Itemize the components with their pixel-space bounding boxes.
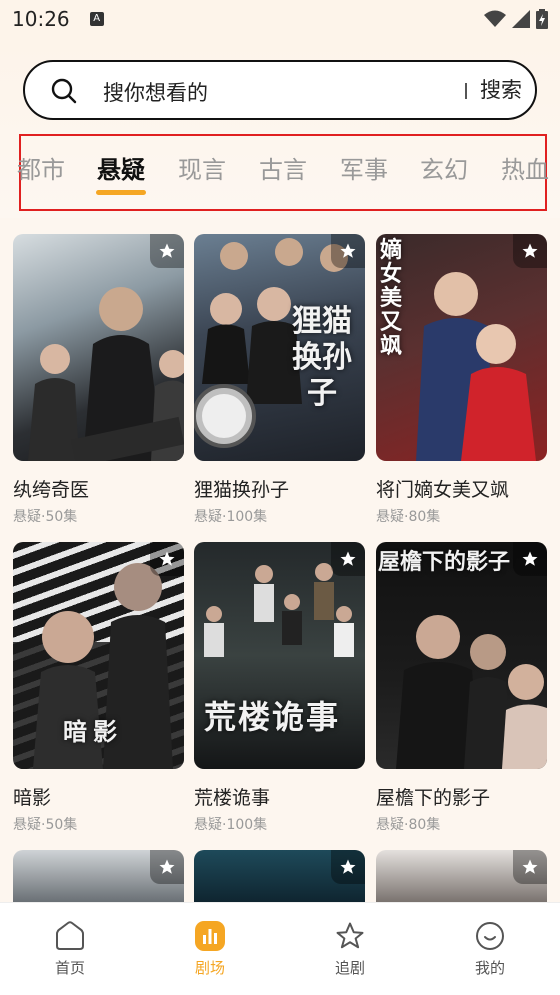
drama-meta: 悬疑·50集: [13, 817, 78, 833]
drama-meta: 悬疑·100集: [194, 509, 268, 525]
favorite-star-icon[interactable]: [513, 850, 547, 884]
bottom-nav: 首页 剧场 追剧 我的: [0, 902, 560, 995]
tab-xuanhuan[interactable]: 玄幻: [420, 150, 468, 185]
drama-poster[interactable]: [13, 850, 184, 902]
favorite-star-icon[interactable]: [331, 850, 365, 884]
drama-card[interactable]: [376, 850, 547, 902]
drama-title[interactable]: 狸猫换孙子: [194, 475, 365, 502]
nav-label: 首页: [54, 959, 85, 977]
nav-label: 追剧: [334, 959, 365, 977]
tab-junshi[interactable]: 军事: [340, 150, 388, 185]
status-time: 10:26: [12, 7, 70, 31]
favorite-star-icon[interactable]: [513, 542, 547, 576]
drama-card[interactable]: [13, 850, 184, 902]
favorite-star-icon[interactable]: [150, 850, 184, 884]
nav-profile[interactable]: 我的: [420, 903, 560, 995]
nav-home[interactable]: 首页: [0, 903, 140, 995]
poster-art: [28, 287, 184, 461]
profile-icon: [476, 922, 504, 950]
tab-xianyan[interactable]: 现言: [178, 150, 226, 185]
drama-poster[interactable]: 狸猫换孙子: [194, 234, 365, 461]
nav-follow[interactable]: 追剧: [280, 903, 420, 995]
nav-label: 我的: [474, 959, 505, 977]
drama-poster[interactable]: 暗影: [13, 542, 184, 769]
drama-title[interactable]: 屋檐下的影子: [376, 783, 547, 810]
drama-poster[interactable]: [376, 850, 547, 902]
drama-card[interactable]: 荒楼诡事 荒楼诡事 悬疑·100集: [194, 542, 365, 834]
drama-card[interactable]: 嫡女美又飒 将门嫡女美又飒 悬疑·80集: [376, 234, 547, 526]
drama-poster[interactable]: 荒楼诡事: [194, 542, 365, 769]
drama-card[interactable]: 暗影 暗影 悬疑·50集: [13, 542, 184, 834]
drama-poster[interactable]: 嫡女美又飒: [376, 234, 547, 461]
wifi-icon: [484, 10, 506, 27]
notification-icon: A: [89, 12, 104, 26]
favorite-star-icon[interactable]: [331, 542, 365, 576]
drama-title[interactable]: 将门嫡女美又飒: [376, 475, 547, 502]
drama-title[interactable]: 纨绔奇医: [13, 475, 184, 502]
tab-guyan[interactable]: 古言: [259, 150, 307, 185]
poster-title-text: 狸猫换孙子: [292, 304, 352, 411]
poster-title-text: 荒楼诡事: [204, 698, 341, 736]
theater-icon: [195, 921, 225, 951]
favorite-star-icon[interactable]: [331, 234, 365, 268]
signal-icon: [512, 10, 530, 28]
nav-theater[interactable]: 剧场: [140, 903, 280, 995]
tab-rexue[interactable]: 热血: [501, 150, 549, 185]
favorite-star-icon[interactable]: [150, 542, 184, 576]
drama-meta: 悬疑·50集: [13, 509, 78, 525]
drama-card[interactable]: 狸猫换孙子 狸猫换孙子 悬疑·100集: [194, 234, 365, 526]
nav-label: 剧场: [194, 959, 225, 977]
status-indicators: [484, 9, 548, 29]
drama-title[interactable]: 荒楼诡事: [194, 783, 365, 810]
active-tab-indicator: [96, 190, 146, 195]
battery-icon: [536, 9, 548, 29]
drama-meta: 悬疑·100集: [194, 817, 268, 833]
status-bar: 10:26 A: [0, 0, 560, 38]
favorite-star-icon[interactable]: [513, 234, 547, 268]
search-bar[interactable]: 搜你想看的 搜索: [23, 60, 537, 120]
search-button[interactable]: 搜索: [465, 62, 537, 118]
search-input[interactable]: 搜你想看的: [103, 77, 208, 107]
favorite-star-icon[interactable]: [150, 234, 184, 268]
drama-title[interactable]: 暗影: [13, 783, 184, 810]
poster-title-text: 暗影: [63, 717, 123, 746]
drama-meta: 悬疑·80集: [376, 509, 441, 525]
drama-poster[interactable]: [194, 850, 365, 902]
drama-poster[interactable]: [13, 234, 184, 461]
drama-meta: 悬疑·80集: [376, 817, 441, 833]
drama-poster[interactable]: 屋檐下的影子: [376, 542, 547, 769]
star-icon: [336, 922, 364, 949]
drama-card[interactable]: [194, 850, 365, 902]
tab-xuanyi[interactable]: 悬疑: [97, 150, 145, 185]
poster-title-text: 嫡女美又飒: [380, 237, 403, 359]
category-tabs: 都市 悬疑 现言 古言 军事 玄幻 热血: [0, 150, 560, 198]
drama-card[interactable]: 纨绔奇医 悬疑·50集: [13, 234, 184, 526]
drama-card[interactable]: 屋檐下的影子 屋檐下的影子 悬疑·80集: [376, 542, 547, 834]
home-icon: [56, 921, 84, 950]
search-icon: [51, 78, 77, 104]
tab-dushi[interactable]: 都市: [17, 150, 65, 185]
